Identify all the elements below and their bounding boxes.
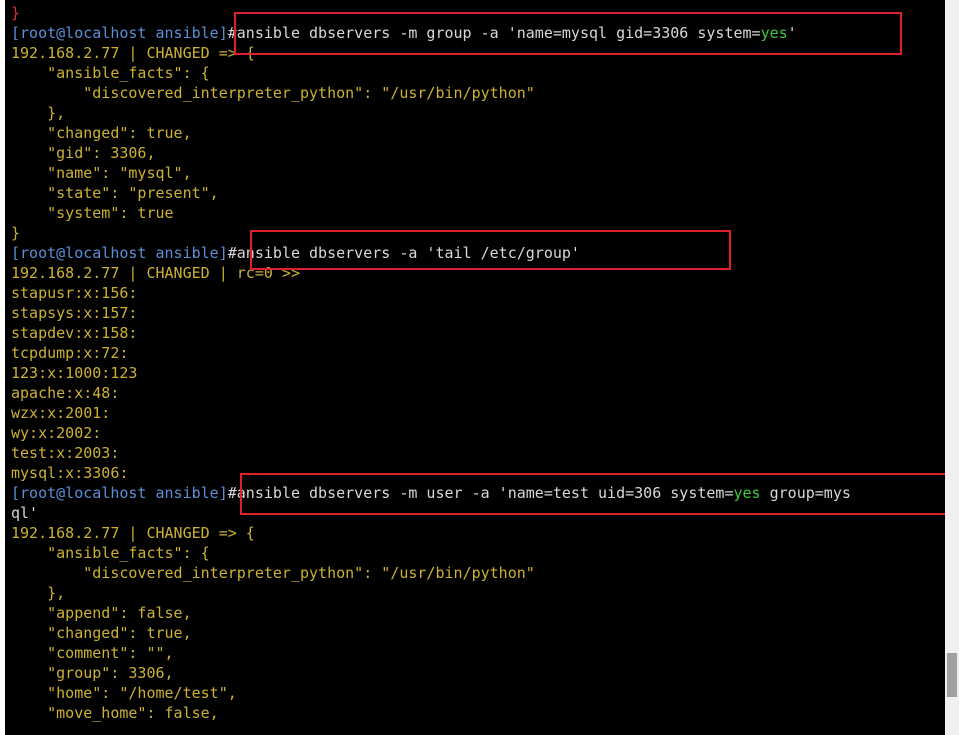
terminal-text: "name": "mysql",: [11, 164, 192, 182]
terminal-line: wzx:x:2001:: [11, 403, 851, 423]
terminal-text: "append": false,: [11, 604, 192, 622]
terminal-line: "group": 3306,: [11, 663, 851, 683]
terminal-line: "ansible_facts": {: [11, 63, 851, 83]
terminal-line: stapsys:x:157:: [11, 303, 851, 323]
highlight-box-group-command: [234, 12, 902, 55]
terminal-text: 192.168.2.77 | CHANGED => {: [11, 44, 255, 62]
terminal-line: 192.168.2.77 | CHANGED => {: [11, 523, 851, 543]
terminal-text: "home": "/home/test",: [11, 684, 237, 702]
terminal-line: "name": "mysql",: [11, 163, 851, 183]
terminal-output: } [root@localhost ansible]#ansible dbserv…: [11, 3, 851, 723]
scrollbar-thumb[interactable]: [947, 653, 957, 697]
terminal-text: "gid": 3306,: [11, 144, 156, 162]
terminal-line: "state": "present",: [11, 183, 851, 203]
terminal-text: 192.168.2.77 | CHANGED => {: [11, 524, 255, 542]
terminal-text: "group": 3306,: [11, 664, 174, 682]
terminal-text: "comment": "",: [11, 644, 174, 662]
terminal-text: },: [11, 584, 66, 602]
terminal-line: "append": false,: [11, 603, 851, 623]
shell-prompt: [root@localhost ansible]: [11, 244, 228, 262]
terminal-line: "move_home": false,: [11, 703, 851, 723]
terminal-line: test:x:2003:: [11, 443, 851, 463]
shell-prompt: [root@localhost ansible]: [11, 484, 228, 502]
terminal-line: "changed": true,: [11, 123, 851, 143]
highlight-box-tail-command: [250, 230, 731, 270]
terminal-text: "ansible_facts": {: [11, 544, 210, 562]
terminal-text: "changed": true,: [11, 124, 192, 142]
terminal-text: wzx:x:2001:: [11, 404, 111, 422]
terminal-text: "state": "present",: [11, 184, 219, 202]
terminal-text: }: [11, 4, 21, 22]
terminal-line: "system": true: [11, 203, 851, 223]
terminal-window[interactable]: } [root@localhost ansible]#ansible dbserv…: [5, 0, 945, 735]
terminal-line: },: [11, 583, 851, 603]
terminal-text: ql': [11, 504, 39, 522]
terminal-line: "ansible_facts": {: [11, 543, 851, 563]
terminal-line: stapusr:x:156:: [11, 283, 851, 303]
terminal-text: "discovered_interpreter_python": "/usr/b…: [11, 84, 535, 102]
terminal-text: "system": true: [11, 204, 174, 222]
terminal-text: stapdev:x:158:: [11, 324, 138, 342]
terminal-line: "gid": 3306,: [11, 143, 851, 163]
terminal-text: "discovered_interpreter_python": "/usr/b…: [11, 564, 535, 582]
terminal-line: "discovered_interpreter_python": "/usr/b…: [11, 563, 851, 583]
terminal-line: "home": "/home/test",: [11, 683, 851, 703]
terminal-text: wy:x:2002:: [11, 424, 102, 442]
shell-prompt: [root@localhost ansible]: [11, 24, 228, 42]
terminal-text: stapusr:x:156:: [11, 284, 138, 302]
terminal-text: test:x:2003:: [11, 444, 120, 462]
terminal-text: "changed": true,: [11, 624, 192, 642]
terminal-text: stapsys:x:157:: [11, 304, 138, 322]
terminal-text: },: [11, 104, 66, 122]
terminal-text: "ansible_facts": {: [11, 64, 210, 82]
terminal-line: "discovered_interpreter_python": "/usr/b…: [11, 83, 851, 103]
terminal-line: apache:x:48:: [11, 383, 851, 403]
terminal-line: "comment": "",: [11, 643, 851, 663]
terminal-text: "move_home": false,: [11, 704, 219, 722]
terminal-text: 123:x:1000:123: [11, 364, 138, 382]
highlight-box-user-command: [240, 473, 945, 515]
terminal-text: tcpdump:x:72:: [11, 344, 129, 362]
terminal-line: stapdev:x:158:: [11, 323, 851, 343]
terminal-line: },: [11, 103, 851, 123]
terminal-line: wy:x:2002:: [11, 423, 851, 443]
terminal-text: apache:x:48:: [11, 384, 120, 402]
terminal-text: mysql:x:3306:: [11, 464, 129, 482]
terminal-line: 123:x:1000:123: [11, 363, 851, 383]
terminal-text: }: [11, 224, 21, 242]
vertical-scrollbar[interactable]: [945, 0, 959, 735]
terminal-line: tcpdump:x:72:: [11, 343, 851, 363]
terminal-line: "changed": true,: [11, 623, 851, 643]
